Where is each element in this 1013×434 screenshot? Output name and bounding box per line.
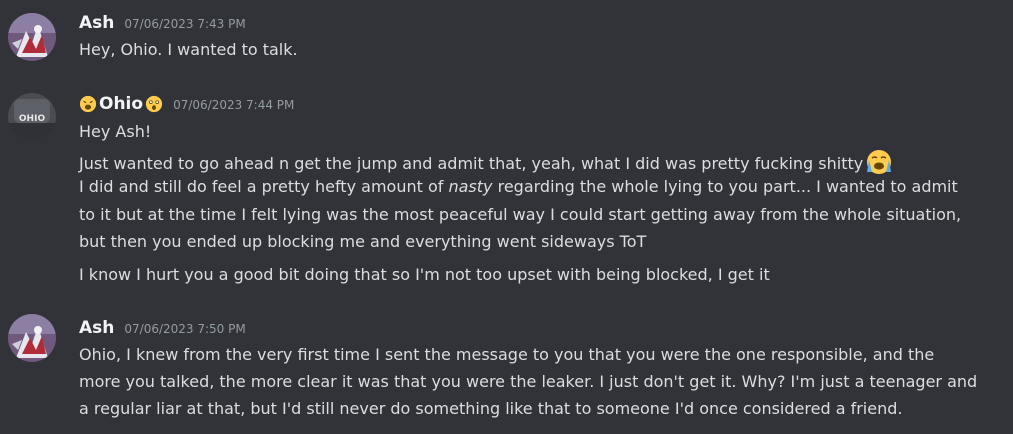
message-header: Ohio 07/06/2023 7:44 PM <box>79 93 294 115</box>
astonished-face-icon <box>145 95 163 113</box>
message-text: Hey, Ohio. I wanted to talk. <box>79 40 298 59</box>
message-text: I know I hurt you a good bit doing that … <box>79 265 770 284</box>
avatar-ash-image <box>8 13 56 61</box>
avatar-ohio-text: OHIO <box>19 114 46 124</box>
message-text: a regular liar at that, but I'd still ne… <box>79 399 903 418</box>
message-header: Ash 07/06/2023 7:50 PM <box>79 317 246 339</box>
avatar-ash-image <box>8 314 56 362</box>
message-ash-2: Ash 07/06/2023 7:50 PM Ohio, I knew from… <box>0 300 1013 434</box>
avatar-ohio-image: OHIO <box>8 93 56 141</box>
message-ohio: OHIO Ohio 07/06/2023 7:44 PM Hey Ash! Ju… <box>0 80 1013 300</box>
message-ash-1: Ash 07/06/2023 7:43 PM Hey, Ohio. I want… <box>0 0 1013 80</box>
message-header: Ash 07/06/2023 7:43 PM <box>79 12 246 34</box>
weary-face-icon <box>79 95 97 113</box>
username[interactable]: Ash <box>79 318 114 338</box>
message-text: Ohio, I knew from the very first time I … <box>79 345 935 364</box>
message-text-segment: I did and still do feel a pretty hefty a… <box>79 177 449 196</box>
message-text-segment: regarding the whole lying to you part...… <box>492 177 958 196</box>
avatar-ohio[interactable]: OHIO <box>8 93 56 141</box>
timestamp[interactable]: 07/06/2023 7:44 PM <box>173 98 294 112</box>
avatar-ash[interactable] <box>8 314 56 362</box>
timestamp[interactable]: 07/06/2023 7:50 PM <box>124 322 245 336</box>
message-text: Hey Ash! <box>79 122 152 141</box>
message-text: I did and still do feel a pretty hefty a… <box>79 176 1005 198</box>
timestamp[interactable]: 07/06/2023 7:43 PM <box>124 17 245 31</box>
username[interactable]: Ash <box>79 13 114 33</box>
message-text: but then you ended up blocking me and ev… <box>79 232 647 251</box>
message-text-segment: Just wanted to go ahead n get the jump a… <box>79 154 864 173</box>
loudly-crying-face-icon <box>867 150 892 174</box>
message-text: to it but at the time I felt lying was t… <box>79 205 962 224</box>
message-text-italic: nasty <box>448 177 493 196</box>
avatar-ash[interactable] <box>8 13 56 61</box>
message-text: Just wanted to go ahead n get the jump a… <box>79 148 1005 176</box>
username[interactable]: Ohio <box>99 94 143 114</box>
message-text: more you talked, the more clear it was t… <box>79 372 978 391</box>
